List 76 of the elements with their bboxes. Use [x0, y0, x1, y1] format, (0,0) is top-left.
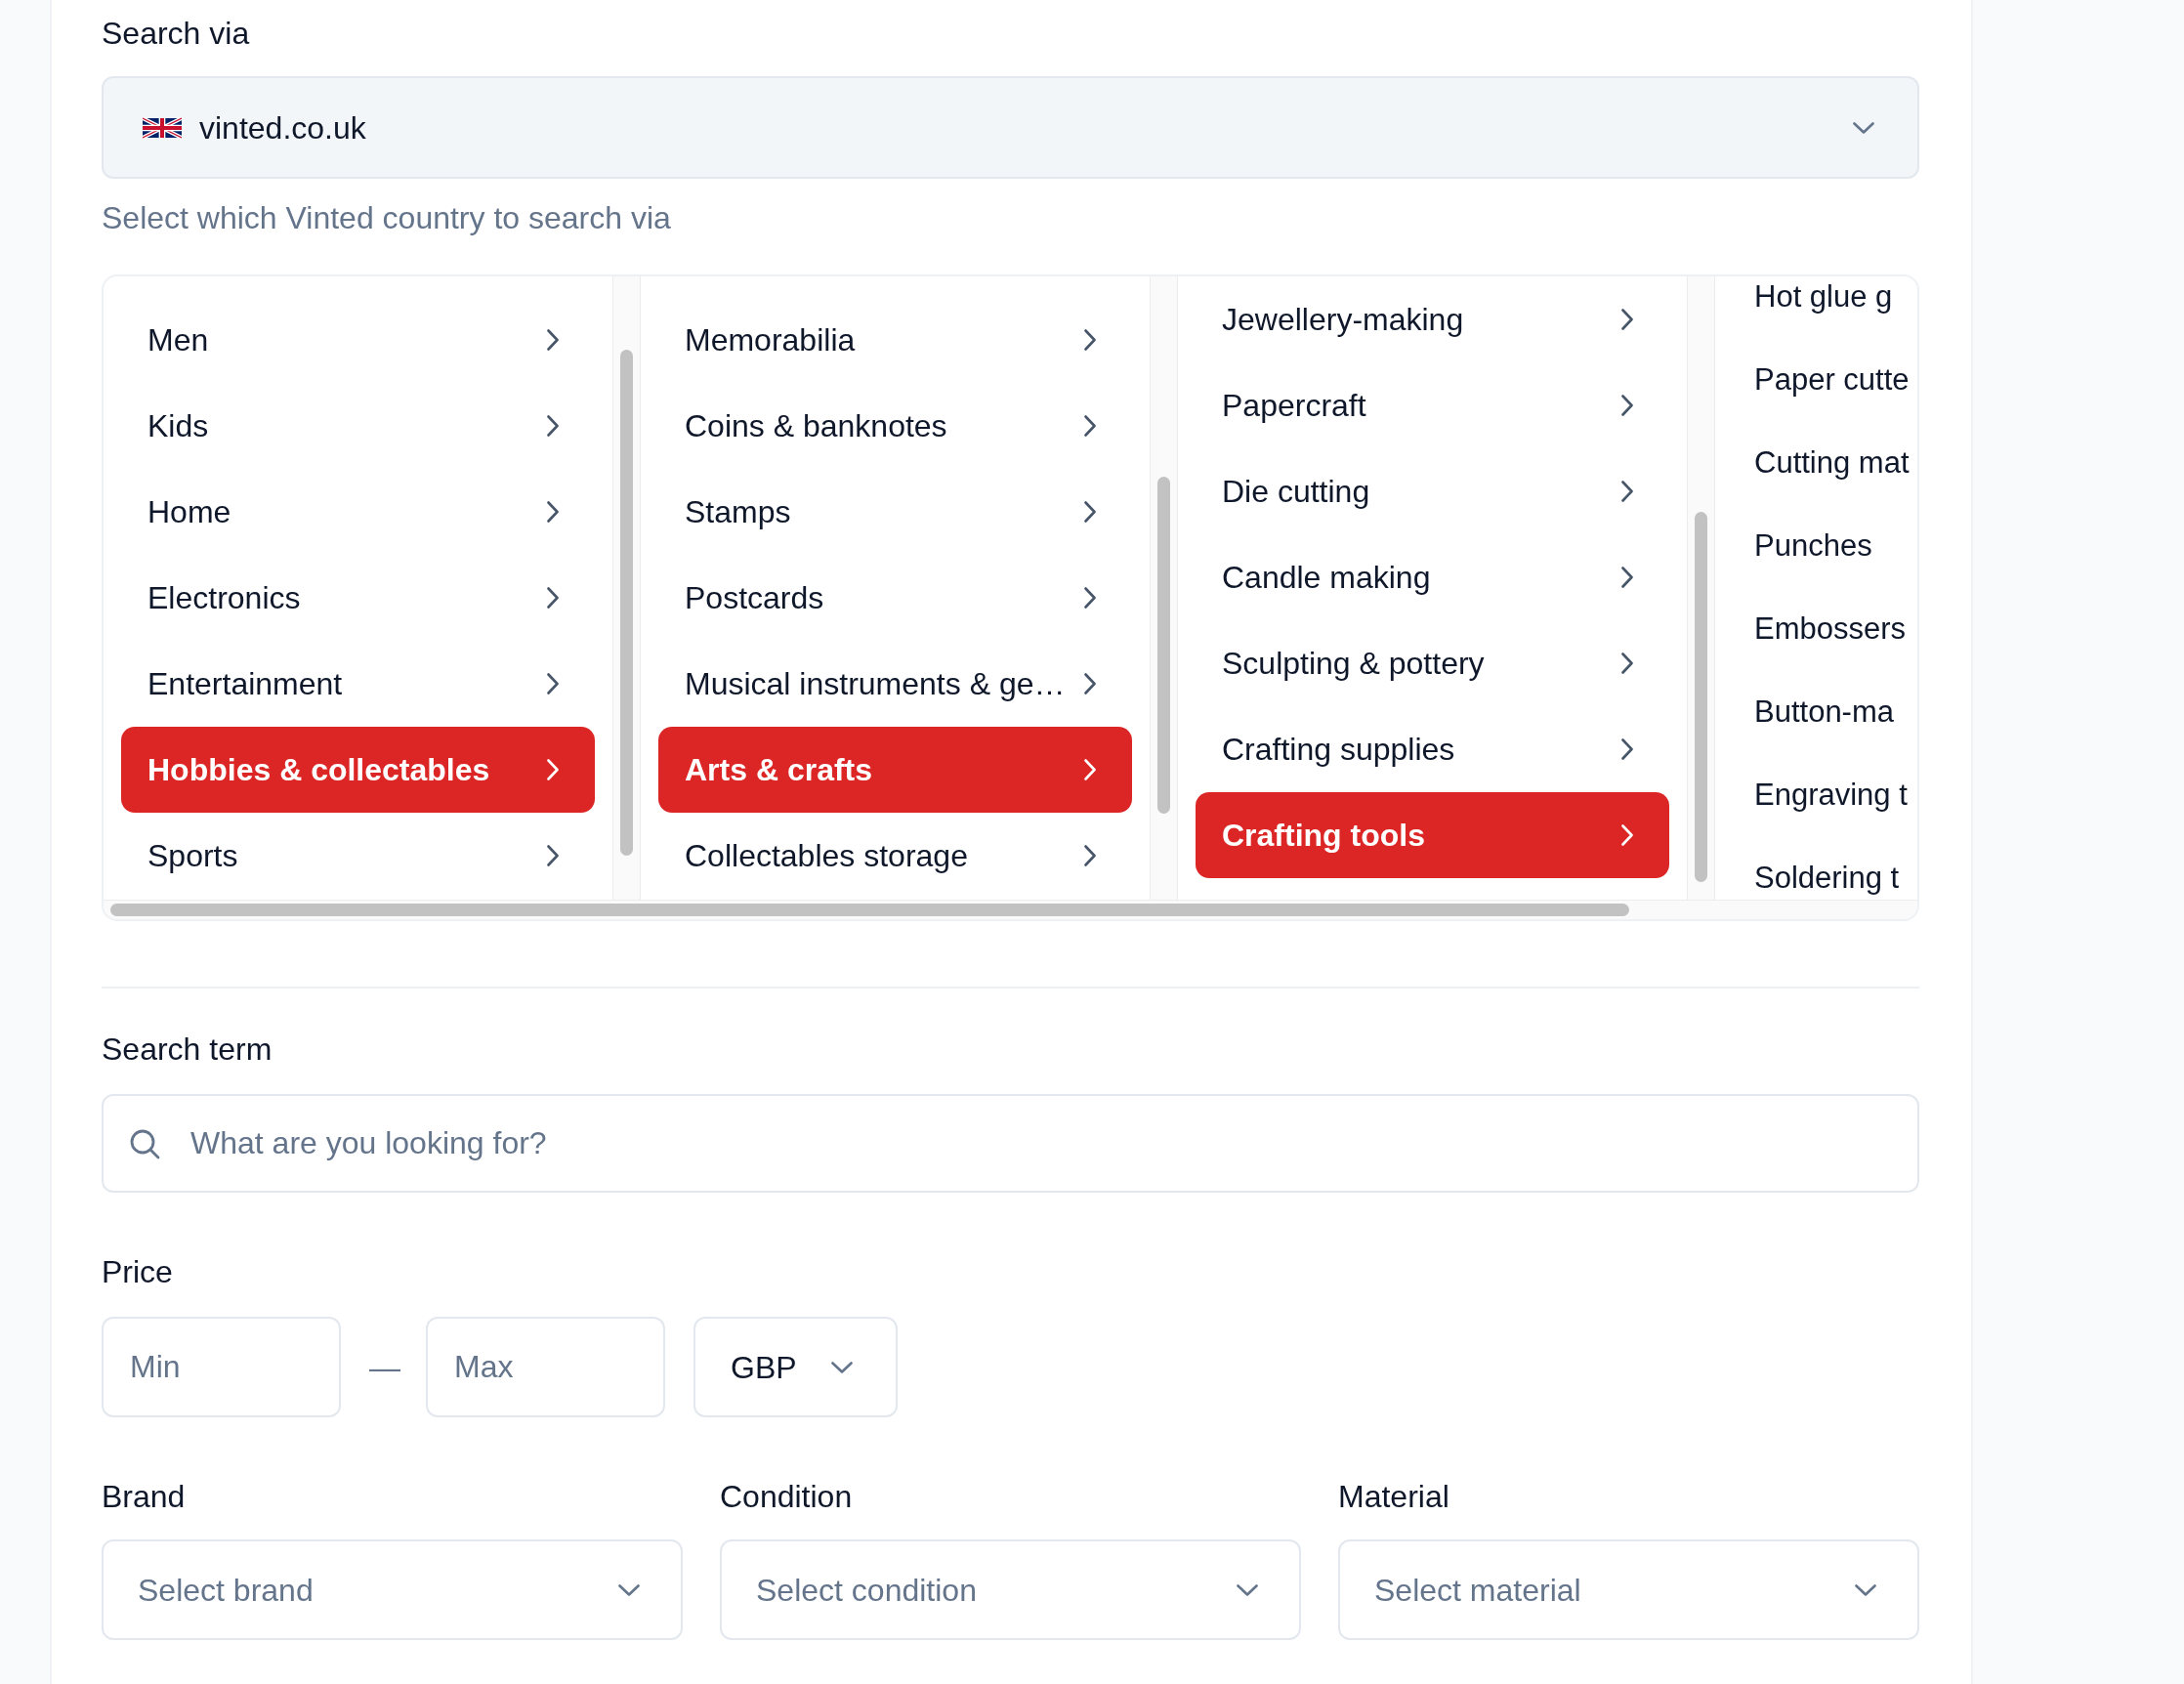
chevron-right-icon: [1084, 845, 1096, 866]
scrollbar-thumb[interactable]: [1695, 512, 1707, 882]
price-min-field[interactable]: Min: [102, 1317, 341, 1417]
chevron-down-icon: [1853, 121, 1874, 134]
category-item[interactable]: Soldering t: [1754, 859, 1900, 898]
category-item[interactable]: Electronics: [121, 555, 595, 641]
chevron-down-icon: [618, 1583, 640, 1596]
scrollbar-thumb[interactable]: [110, 904, 1629, 916]
chevron-right-icon: [1621, 395, 1633, 416]
category-item[interactable]: Cutting mat: [1754, 443, 1910, 483]
chevron-right-icon: [1084, 759, 1096, 780]
chevron-down-icon: [831, 1361, 853, 1373]
category-item[interactable]: Punches: [1754, 526, 1872, 566]
chevron-right-icon: [547, 501, 559, 523]
scrollbar-thumb[interactable]: [620, 350, 633, 856]
chevron-right-icon: [547, 845, 559, 866]
category-item[interactable]: Stamps: [658, 469, 1132, 555]
search-icon: [129, 1128, 160, 1159]
category-item[interactable]: Men: [121, 297, 595, 383]
category-item[interactable]: Hot glue g: [1754, 277, 1893, 316]
field-label: Search term: [102, 1031, 273, 1069]
price-max-field[interactable]: Max: [426, 1317, 665, 1417]
category-item[interactable]: Collectables storage: [658, 813, 1132, 899]
chevron-down-icon: [1237, 1583, 1258, 1596]
category-item[interactable]: Die cutting: [1196, 448, 1669, 534]
category-item[interactable]: Crafting tools: [1196, 792, 1669, 878]
currency-select[interactable]: GBP: [693, 1317, 898, 1417]
filter-select[interactable]: Select material: [1338, 1539, 1919, 1640]
category-item[interactable]: Crafting supplies: [1196, 706, 1669, 792]
filter-select[interactable]: Select brand: [102, 1539, 683, 1640]
search-field[interactable]: What are you looking for?: [102, 1094, 1919, 1193]
scrollbar-thumb[interactable]: [1157, 477, 1170, 814]
chevron-right-icon: [1621, 481, 1633, 502]
filter-select[interactable]: Select condition: [720, 1539, 1301, 1640]
chevron-right-icon: [547, 759, 559, 780]
category-item[interactable]: Sculpting & pottery: [1196, 620, 1669, 706]
chevron-right-icon: [1084, 415, 1096, 437]
category-item[interactable]: Embossers: [1754, 610, 1907, 649]
country-select[interactable]: vinted.co.uk: [102, 76, 1919, 179]
category-item[interactable]: Memorabilia: [658, 297, 1132, 383]
field-label: Condition: [720, 1478, 854, 1516]
chevron-right-icon: [1084, 501, 1096, 523]
category-item[interactable]: Postcards: [658, 555, 1132, 641]
chevron-right-icon: [547, 415, 559, 437]
chevron-right-icon: [547, 329, 559, 351]
category-item[interactable]: Kids: [121, 383, 595, 469]
category-item[interactable]: Engraving t: [1754, 776, 1908, 815]
category-item[interactable]: Sports: [121, 813, 595, 899]
category-item[interactable]: Paper cutte: [1754, 360, 1910, 400]
field-label: Search via: [102, 15, 251, 53]
field-label: Brand: [102, 1478, 187, 1516]
range-dash: —: [369, 1348, 400, 1387]
chevron-down-icon: [1855, 1583, 1876, 1596]
category-item[interactable]: Button-ma: [1754, 693, 1894, 732]
field-label: Material: [1338, 1478, 1450, 1516]
chevron-right-icon: [1621, 824, 1633, 846]
chevron-right-icon: [1621, 567, 1633, 588]
category-item[interactable]: Jewellery-making: [1196, 276, 1669, 362]
chevron-right-icon: [547, 587, 559, 609]
category-item[interactable]: Entertainment: [121, 641, 595, 727]
chevron-right-icon: [1621, 309, 1633, 330]
field-label: Price: [102, 1253, 174, 1291]
category-item[interactable]: Coins & banknotes: [658, 383, 1132, 469]
chevron-right-icon: [1621, 738, 1633, 760]
category-item[interactable]: Candle making: [1196, 534, 1669, 620]
chevron-right-icon: [1084, 329, 1096, 351]
chevron-right-icon: [1621, 653, 1633, 674]
category-item[interactable]: Musical instruments & ge…: [658, 641, 1132, 727]
category-item[interactable]: Hobbies & collectables: [121, 727, 595, 813]
category-item[interactable]: Home: [121, 469, 595, 555]
chevron-right-icon: [547, 673, 559, 695]
chevron-right-icon: [1084, 587, 1096, 609]
category-item[interactable]: Papercraft: [1196, 362, 1669, 448]
field-hint: Select which Vinted country to search via: [102, 199, 672, 237]
chevron-right-icon: [1084, 673, 1096, 695]
category-item[interactable]: Arts & crafts: [658, 727, 1132, 813]
